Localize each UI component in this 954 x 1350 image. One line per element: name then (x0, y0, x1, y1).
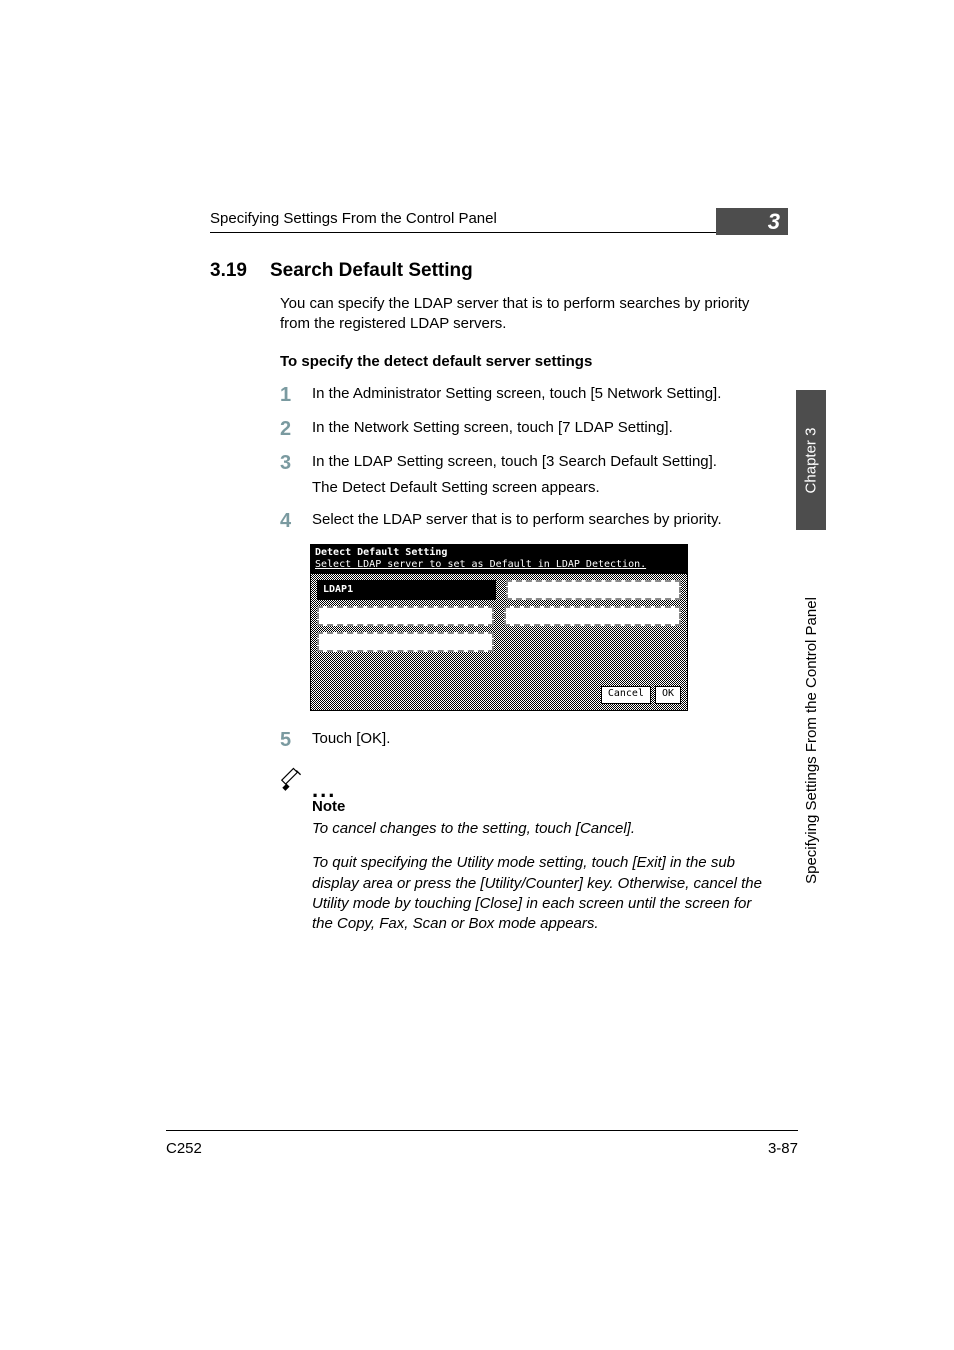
step-text: In the Administrator Setting screen, tou… (312, 384, 721, 406)
screen-row: LDAP1 (317, 580, 681, 600)
step-1: 1 In the Administrator Setting screen, t… (280, 384, 765, 406)
side-title-label: Specifying Settings From the Control Pan… (796, 540, 826, 940)
step-number: 3 (280, 452, 312, 499)
step-text: In the LDAP Setting screen, touch [3 Sea… (312, 452, 717, 499)
step-2: 2 In the Network Setting screen, touch [… (280, 418, 765, 440)
note-paragraph-2: To quit specifying the Utility mode sett… (312, 853, 765, 934)
step-3: 3 In the LDAP Setting screen, touch [3 S… (280, 452, 765, 499)
footer-page-number: 3-87 (768, 1140, 798, 1157)
screen-row (317, 606, 681, 626)
step-text: Select the LDAP server that is to perfor… (312, 510, 722, 532)
section-heading: 3.19Search Default Setting (210, 260, 765, 282)
section-title: Search Default Setting (270, 260, 473, 281)
ok-button[interactable]: OK (655, 686, 681, 704)
step-text-sub: The Detect Default Setting screen appear… (312, 478, 717, 498)
screen-row (317, 632, 681, 652)
side-chapter-text: Chapter 3 (803, 427, 820, 493)
step-number: 5 (280, 729, 312, 751)
side-title-text: Specifying Settings From the Control Pan… (803, 597, 820, 884)
note-icon (280, 765, 306, 796)
ldap-server-button-4[interactable] (504, 606, 681, 626)
header-rule (210, 232, 760, 233)
note-label: Note (312, 798, 765, 815)
step-number: 1 (280, 384, 312, 406)
step-text: Touch [OK]. (312, 729, 390, 751)
note-paragraph-1: To cancel changes to the setting, touch … (312, 819, 765, 839)
screen-instruction: Select LDAP server to set as Default in … (311, 559, 687, 574)
screen-footer: Cancel OK (317, 658, 681, 704)
chapter-number-tab: 3 (716, 208, 788, 235)
section-number: 3.19 (210, 260, 270, 282)
note-dots-icon: ... (312, 783, 336, 796)
note-icon-row: ... (280, 765, 765, 796)
ldap-server-button-2[interactable] (506, 580, 681, 600)
step-text-main: In the LDAP Setting screen, touch [3 Sea… (312, 453, 717, 470)
ldap-server-button-3[interactable] (317, 606, 494, 626)
screen-title: Detect Default Setting (311, 545, 687, 559)
running-header: Specifying Settings From the Control Pan… (210, 210, 760, 227)
side-chapter-label: Chapter 3 (796, 390, 826, 530)
cancel-button[interactable]: Cancel (601, 686, 651, 704)
step-number: 2 (280, 418, 312, 440)
ldap-server-button-5[interactable] (317, 632, 494, 652)
footer-rule (166, 1130, 798, 1131)
step-5: 5 Touch [OK]. (280, 729, 765, 751)
step-4: 4 Select the LDAP server that is to perf… (280, 510, 765, 532)
procedure-heading: To specify the detect default server set… (280, 353, 765, 370)
step-text: In the Network Setting screen, touch [7 … (312, 418, 673, 440)
footer-model: C252 (166, 1140, 202, 1157)
step-number: 4 (280, 510, 312, 532)
screen-body: LDAP1 Cancel OK (311, 574, 687, 710)
device-screenshot: Detect Default Setting Select LDAP serve… (310, 544, 688, 711)
ldap-server-button-1[interactable]: LDAP1 (317, 580, 496, 600)
section-intro: You can specify the LDAP server that is … (280, 294, 765, 335)
